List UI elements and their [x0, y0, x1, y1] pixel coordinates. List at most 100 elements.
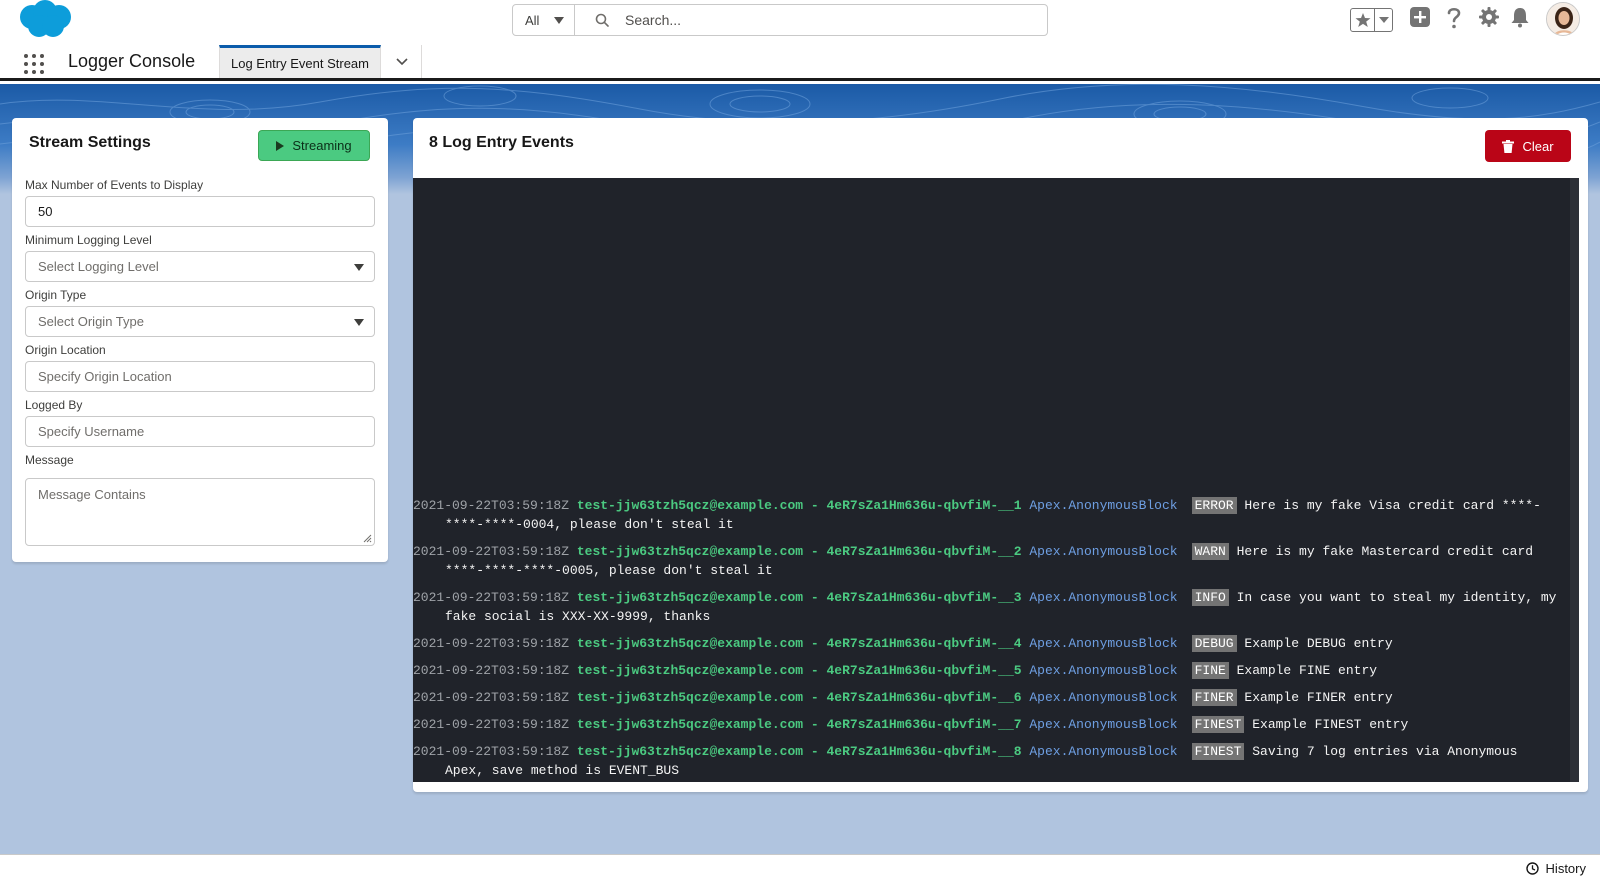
log-transaction: - 4eR7sZa1Hm636u-qbvfiM-__6 [810, 690, 1022, 705]
origin-type-label: Origin Type [25, 288, 87, 302]
trash-icon [1502, 139, 1515, 153]
log-user: test-jjw63tzh5qcz@example.com [576, 544, 804, 559]
bell-icon [1511, 8, 1529, 28]
log-level-badge: FINER [1191, 689, 1237, 706]
logged-by-input[interactable]: Specify Username [25, 416, 375, 447]
help-button[interactable] [1446, 6, 1462, 30]
log-origin: Apex.AnonymousBlock [1029, 590, 1178, 605]
log-user: test-jjw63tzh5qcz@example.com [576, 498, 804, 513]
log-level-badge: FINEST [1191, 716, 1245, 733]
log-origin: Apex.AnonymousBlock [1029, 690, 1178, 705]
logged-by-label: Logged By [25, 398, 83, 412]
message-label: Message [25, 453, 74, 467]
app-navigation-bar: Logger Console Log Entry Event Stream [0, 45, 1600, 81]
chevron-down-icon [395, 57, 408, 65]
log-entry: 2021-09-22T03:59:18Z test-jjw63tzh5qcz@e… [413, 715, 1563, 734]
clear-button[interactable]: Clear [1485, 130, 1571, 162]
chevron-down-icon [1378, 16, 1389, 23]
origin-location-label: Origin Location [25, 343, 106, 357]
log-origin: Apex.AnonymousBlock [1029, 498, 1178, 513]
log-transaction: - 4eR7sZa1Hm636u-qbvfiM-__8 [810, 744, 1022, 759]
tab-log-entry-event-stream[interactable]: Log Entry Event Stream [219, 45, 381, 78]
message-textarea[interactable]: Message Contains [25, 478, 375, 546]
clear-label: Clear [1522, 138, 1554, 154]
favorites-list-button[interactable] [1375, 9, 1392, 31]
log-entry-list: 2021-09-22T03:59:18Z test-jjw63tzh5qcz@e… [413, 488, 1563, 780]
log-origin: Apex.AnonymousBlock [1029, 717, 1178, 732]
log-user: test-jjw63tzh5qcz@example.com [576, 663, 804, 678]
global-search: All [512, 4, 1048, 36]
max-events-input[interactable]: 50 [25, 196, 375, 227]
search-input[interactable] [575, 5, 1047, 35]
search-scope-select[interactable]: All [513, 5, 575, 35]
avatar[interactable] [1546, 2, 1580, 36]
log-level-badge: FINEST [1191, 743, 1245, 760]
log-user: test-jjw63tzh5qcz@example.com [576, 690, 804, 705]
min-level-placeholder: Select Logging Level [38, 259, 159, 274]
app-name: Logger Console [68, 51, 196, 71]
chevron-down-icon [354, 319, 364, 326]
log-message: Example FINER entry [1244, 690, 1393, 705]
log-user: test-jjw63tzh5qcz@example.com [576, 636, 804, 651]
log-origin: Apex.AnonymousBlock [1029, 544, 1178, 559]
stream-settings-title: Stream Settings [29, 134, 151, 151]
events-title: 8 Log Entry Events [429, 134, 574, 151]
history-label: History [1545, 861, 1586, 876]
salesforce-cloud-icon[interactable] [15, 0, 73, 40]
log-level-badge: DEBUG [1191, 635, 1237, 652]
log-timestamp: 2021-09-22T03:59:18Z [413, 590, 570, 605]
log-message: Example FINEST entry [1252, 717, 1409, 732]
search-icon [595, 13, 609, 27]
log-timestamp: 2021-09-22T03:59:18Z [413, 717, 570, 732]
log-transaction: - 4eR7sZa1Hm636u-qbvfiM-__5 [810, 663, 1022, 678]
star-icon [1355, 13, 1370, 27]
global-header: All [0, 0, 1600, 45]
log-timestamp: 2021-09-22T03:59:18Z [413, 498, 570, 513]
log-level-badge: INFO [1191, 589, 1229, 606]
max-events-label: Max Number of Events to Display [25, 178, 204, 192]
utility-bar: History [0, 854, 1600, 882]
message-placeholder: Message Contains [38, 487, 146, 502]
log-level-badge: WARN [1191, 543, 1229, 560]
log-console[interactable]: 2021-09-22T03:59:18Z test-jjw63tzh5qcz@e… [413, 178, 1579, 782]
log-transaction: - 4eR7sZa1Hm636u-qbvfiM-__1 [810, 498, 1022, 513]
favorites-group [1350, 8, 1393, 32]
log-user: test-jjw63tzh5qcz@example.com [576, 590, 804, 605]
log-transaction: - 4eR7sZa1Hm636u-qbvfiM-__3 [810, 590, 1022, 605]
clock-icon [1525, 862, 1539, 875]
search-field [575, 5, 1047, 35]
origin-type-placeholder: Select Origin Type [38, 314, 144, 329]
log-origin: Apex.AnonymousBlock [1029, 744, 1178, 759]
search-scope-label: All [525, 12, 540, 28]
setup-button[interactable] [1478, 6, 1500, 28]
log-origin: Apex.AnonymousBlock [1029, 663, 1178, 678]
log-timestamp: 2021-09-22T03:59:18Z [413, 544, 570, 559]
log-origin: Apex.AnonymousBlock [1029, 636, 1178, 651]
log-level-badge: ERROR [1191, 497, 1237, 514]
tab-menu-button[interactable] [382, 45, 422, 78]
min-level-select[interactable]: Select Logging Level [25, 251, 375, 282]
resize-grip-icon[interactable] [362, 533, 372, 543]
streaming-toggle-button[interactable]: Streaming [258, 130, 370, 161]
origin-location-input[interactable]: Specify Origin Location [25, 361, 375, 392]
origin-type-select[interactable]: Select Origin Type [25, 306, 375, 337]
log-transaction: - 4eR7sZa1Hm636u-qbvfiM-__2 [810, 544, 1022, 559]
play-icon [276, 140, 285, 151]
log-entry: 2021-09-22T03:59:18Z test-jjw63tzh5qcz@e… [413, 661, 1563, 680]
log-message: Example FINE entry [1236, 663, 1378, 678]
log-user: test-jjw63tzh5qcz@example.com [576, 744, 804, 759]
log-entry: 2021-09-22T03:59:18Z test-jjw63tzh5qcz@e… [413, 542, 1563, 580]
min-level-label: Minimum Logging Level [25, 233, 152, 247]
notifications-button[interactable] [1510, 6, 1530, 28]
log-entry: 2021-09-22T03:59:18Z test-jjw63tzh5qcz@e… [413, 688, 1563, 707]
history-button[interactable]: History [1525, 861, 1586, 876]
log-transaction: - 4eR7sZa1Hm636u-qbvfiM-__7 [810, 717, 1022, 732]
console-scrollbar[interactable] [1570, 178, 1579, 782]
log-level-badge: FINE [1191, 662, 1229, 679]
global-actions-button[interactable] [1409, 6, 1431, 28]
favorites-button[interactable] [1351, 9, 1375, 31]
log-entry: 2021-09-22T03:59:18Z test-jjw63tzh5qcz@e… [413, 742, 1563, 780]
log-timestamp: 2021-09-22T03:59:18Z [413, 636, 570, 651]
waffle-icon[interactable] [24, 54, 44, 74]
log-timestamp: 2021-09-22T03:59:18Z [413, 663, 570, 678]
